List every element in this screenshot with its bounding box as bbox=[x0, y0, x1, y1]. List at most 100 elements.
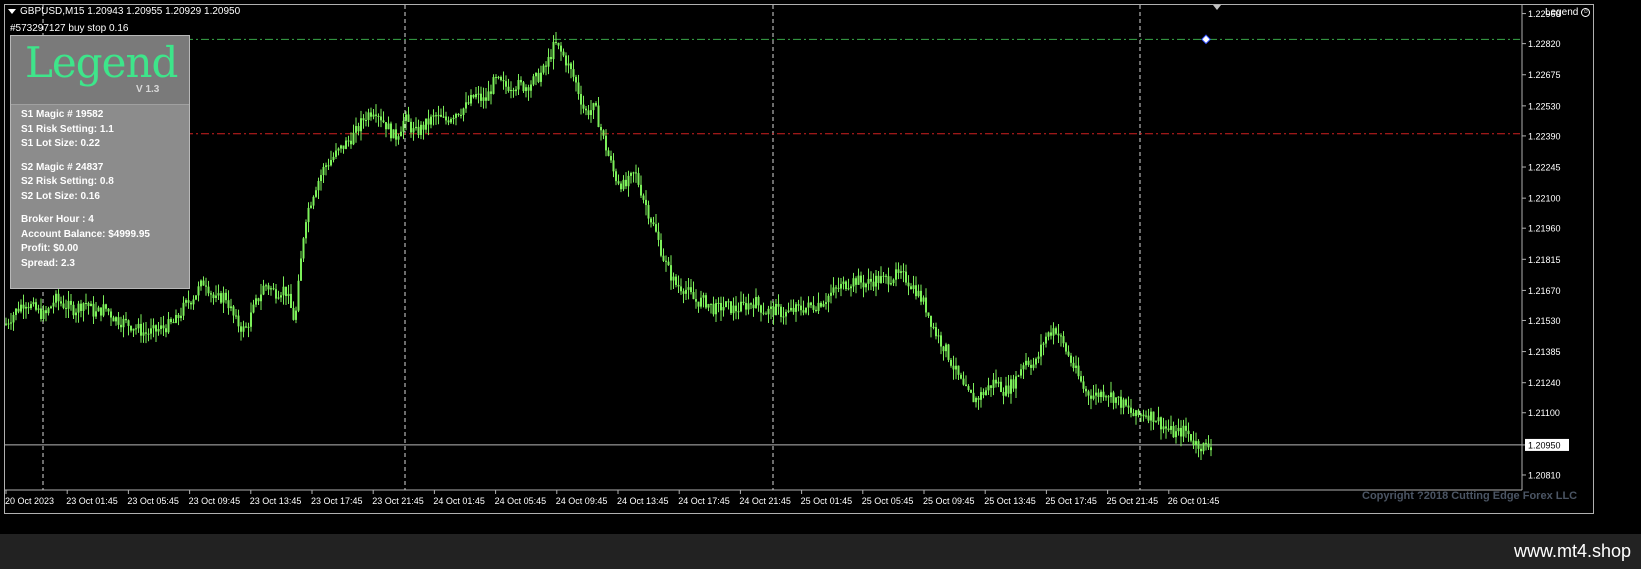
x-tick-label: 23 Oct 09:45 bbox=[189, 496, 241, 506]
candle bbox=[67, 290, 70, 319]
candle-body bbox=[1057, 333, 1060, 336]
candle bbox=[615, 168, 617, 186]
candle bbox=[492, 74, 495, 95]
candle-body bbox=[1185, 425, 1187, 431]
candle-body bbox=[755, 296, 757, 309]
candle bbox=[660, 233, 662, 258]
candle-body bbox=[960, 374, 962, 379]
candle bbox=[987, 377, 990, 396]
broker-hour: Broker Hour : 4 bbox=[21, 214, 94, 225]
candle-body bbox=[397, 136, 400, 140]
candle-body bbox=[252, 304, 255, 313]
candle-body bbox=[105, 304, 107, 309]
candle-body bbox=[670, 265, 672, 281]
candle bbox=[817, 292, 820, 315]
candle bbox=[850, 284, 852, 297]
candle-body bbox=[1060, 335, 1062, 337]
candle-body bbox=[302, 238, 305, 259]
candle bbox=[222, 286, 225, 313]
candle-body bbox=[587, 110, 590, 116]
candle-body bbox=[430, 116, 432, 125]
candle bbox=[1077, 357, 1080, 380]
candle bbox=[1207, 435, 1210, 451]
candle bbox=[1200, 443, 1202, 461]
candle bbox=[580, 85, 582, 115]
candle-body bbox=[555, 41, 557, 43]
candle-body bbox=[835, 287, 837, 289]
candle-body bbox=[325, 165, 327, 167]
candle-body bbox=[552, 41, 555, 60]
candle bbox=[902, 263, 905, 283]
chevron-down-icon[interactable] bbox=[8, 8, 16, 14]
candle bbox=[912, 275, 915, 294]
candle bbox=[30, 301, 32, 310]
candle-body bbox=[677, 284, 680, 287]
candle-body bbox=[260, 294, 262, 302]
candle bbox=[1162, 417, 1165, 434]
candle-body bbox=[85, 303, 87, 305]
candle-body bbox=[645, 199, 647, 206]
candle-body bbox=[255, 298, 257, 305]
s1-risk: S1 Risk Setting: 1.1 bbox=[21, 124, 114, 135]
candle-body bbox=[27, 306, 30, 309]
candle bbox=[635, 164, 637, 183]
candle-body bbox=[1180, 427, 1182, 437]
candle bbox=[775, 299, 777, 316]
candle bbox=[585, 105, 587, 116]
candle bbox=[302, 237, 305, 262]
candle-body bbox=[462, 108, 465, 115]
candle-body bbox=[547, 56, 550, 67]
candle-body bbox=[1172, 426, 1175, 438]
candle-body bbox=[860, 275, 862, 283]
x-tick-label: 24 Oct 01:45 bbox=[433, 496, 485, 506]
candle bbox=[962, 371, 965, 386]
candle-body bbox=[70, 300, 72, 305]
candle bbox=[322, 163, 325, 183]
candle-body bbox=[192, 299, 195, 305]
candle bbox=[875, 269, 877, 297]
candle-body bbox=[890, 283, 892, 285]
candle-body bbox=[997, 381, 1000, 384]
candle bbox=[245, 322, 247, 329]
price-chart[interactable]: 1.229601.228201.226751.225301.223901.222… bbox=[5, 5, 1593, 513]
candle bbox=[480, 86, 482, 108]
candle-body bbox=[1162, 426, 1165, 430]
candle-body bbox=[225, 292, 227, 301]
panel-title: Legend bbox=[25, 38, 178, 87]
candle bbox=[65, 299, 67, 319]
candle bbox=[115, 316, 117, 326]
candle bbox=[552, 35, 555, 70]
candle-body bbox=[652, 222, 655, 225]
legend-button[interactable]: Legend ☺ bbox=[1545, 7, 1591, 18]
candle-body bbox=[787, 310, 790, 312]
candle-body bbox=[965, 384, 967, 387]
candle-body bbox=[525, 87, 527, 92]
candle-body bbox=[825, 302, 827, 304]
candle-body bbox=[522, 82, 525, 92]
candle-body bbox=[360, 118, 362, 132]
x-tick-label: 24 Oct 05:45 bbox=[495, 496, 547, 506]
candle bbox=[330, 150, 332, 167]
candle bbox=[1025, 353, 1027, 370]
candle-body bbox=[795, 304, 797, 312]
candle-body bbox=[1200, 448, 1202, 452]
chart-area[interactable]: 1.22960 1.22820 1.22675 1.22530 1.22390 1.222… bbox=[4, 4, 1594, 514]
candle bbox=[520, 76, 522, 86]
candle-body bbox=[277, 297, 280, 299]
candle-body bbox=[1095, 392, 1097, 396]
candle-body bbox=[1062, 336, 1065, 344]
candle-body bbox=[1112, 392, 1115, 403]
candle-body bbox=[1107, 396, 1110, 398]
candle bbox=[142, 322, 145, 343]
candle-body bbox=[295, 310, 297, 320]
candle bbox=[257, 297, 260, 306]
candle bbox=[27, 302, 30, 315]
candle bbox=[232, 305, 235, 324]
candle bbox=[252, 299, 255, 314]
candle-body bbox=[285, 286, 287, 296]
candle bbox=[452, 114, 455, 125]
candle bbox=[1112, 390, 1115, 410]
candle-body bbox=[940, 335, 942, 347]
candle-body bbox=[320, 175, 322, 182]
candle-body bbox=[820, 302, 822, 307]
